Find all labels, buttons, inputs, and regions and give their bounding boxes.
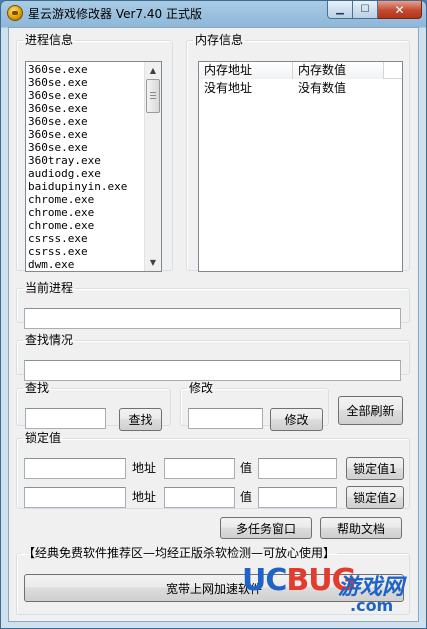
search-status-field[interactable] [24,360,401,381]
search-legend: 查找 [25,381,50,395]
list-item[interactable]: 360tray.exe [28,154,142,167]
lock-value-2-button[interactable]: 锁定值2 [346,486,404,509]
close-button[interactable]: ✕ [378,1,422,19]
watermark-domain: .com [350,596,394,615]
ucbug-watermark-logo: UCBUG 游戏网 .com [242,563,412,617]
minimize-button[interactable]: ▁ [327,1,353,19]
lock2-value-field[interactable] [258,487,337,508]
maximize-icon: ☐ [360,4,370,15]
memory-value-cell: 没有数值 [298,81,347,95]
help-doc-button[interactable]: 帮助文档 [320,517,402,539]
process-list[interactable]: 360se.exe 360se.exe 360se.exe 360se.exe 360s… [26,62,144,271]
memory-address-cell: 没有地址 [204,81,253,95]
lock2-address-label: 地址 [132,490,157,504]
process-info-group: 进程信息 360se.exe 360se.exe 360se.exe 360se.ex… [16,33,173,272]
list-item[interactable]: chrome.exe [28,219,142,232]
app-icon [7,5,23,21]
list-item[interactable]: audiodg.exe [28,167,142,180]
current-process-legend: 当前进程 [25,281,74,295]
process-info-legend: 进程信息 [25,33,74,47]
process-listbox[interactable]: 360se.exe 360se.exe 360se.exe 360se.exe 360s… [25,61,162,272]
list-item[interactable]: 360se.exe [28,76,142,89]
scroll-down-icon[interactable]: ▼ [145,254,161,271]
window-title: 星云游戏修改器 Ver7.40 正式版 [28,7,202,21]
memory-info-group: 内存信息 内存地址 内存数值 没有地址 没有数值 [186,33,410,272]
lock-values-group: 锁定值 地址 值 锁定值1 地址 值 锁定值2 [16,431,410,509]
recommend-legend: 【经典免费软件推荐区—均经正版杀软检测—可放心使用】 [23,546,336,560]
list-item[interactable]: csrss.exe [28,232,142,245]
list-item[interactable]: csrss.exe [28,245,142,258]
lock1-name-field[interactable] [24,458,126,479]
current-process-group: 当前进程 [16,281,410,329]
close-icon: ✕ [394,2,405,17]
modify-button[interactable]: 修改 [270,408,323,431]
list-item[interactable]: dwm.exe [28,258,142,271]
list-item[interactable]: 360se.exe [28,141,142,154]
list-item[interactable]: 360se.exe [28,128,142,141]
memory-info-legend: 内存信息 [195,33,244,47]
lock1-address-label: 地址 [132,461,157,475]
lock-value-1-button[interactable]: 锁定值1 [346,457,404,480]
lock1-value-field[interactable] [258,458,337,479]
memory-listview[interactable]: 内存地址 内存数值 没有地址 没有数值 [198,61,403,272]
multi-task-window-button[interactable]: 多任务窗口 [220,517,312,539]
list-item[interactable]: baidupinyin.exe [28,180,142,193]
search-button[interactable]: 查找 [119,408,162,431]
lock2-name-field[interactable] [24,487,126,508]
list-item[interactable]: chrome.exe [28,206,142,219]
search-group: 查找 查找 [16,381,171,431]
search-input[interactable] [25,408,106,429]
current-process-field[interactable] [24,308,401,329]
lock-values-legend: 锁定值 [25,431,62,445]
app-window: 星云游戏修改器 Ver7.40 正式版 ▁ ☐ ✕ 进程信息 360se.exe… [0,0,427,629]
list-item[interactable]: 360se.exe [28,115,142,128]
search-status-group: 查找情况 [16,333,410,381]
caption-buttons: ▁ ☐ ✕ [327,1,422,19]
list-item[interactable]: chrome.exe [28,193,142,206]
process-scrollbar[interactable]: ▲ ▼ [144,62,161,271]
modify-legend: 修改 [189,381,214,395]
column-memory-value[interactable]: 内存数值 [293,62,384,79]
modify-input[interactable] [188,408,263,429]
search-status-legend: 查找情况 [25,333,74,347]
client-area: 进程信息 360se.exe 360se.exe 360se.exe 360se.ex… [8,27,419,622]
maximize-button[interactable]: ☐ [353,1,378,19]
lock1-value-label: 值 [240,461,253,475]
modify-group: 修改 修改 [180,381,329,431]
column-memory-address[interactable]: 内存地址 [199,62,293,79]
scroll-thumb[interactable] [146,79,160,113]
minimize-icon: ▁ [336,4,344,15]
list-item[interactable]: 360se.exe [28,102,142,115]
list-item[interactable]: 360se.exe [28,63,142,76]
table-row[interactable]: 没有地址 没有数值 [199,80,402,97]
lock1-address-field[interactable] [164,458,235,479]
lock2-address-field[interactable] [164,487,235,508]
memory-table-header: 内存地址 内存数值 [199,62,402,79]
title-bar[interactable]: 星云游戏修改器 Ver7.40 正式版 ▁ ☐ ✕ [1,1,426,25]
list-item[interactable]: 360se.exe [28,89,142,102]
lock2-value-label: 值 [240,490,253,504]
refresh-all-button[interactable]: 全部刷新 [338,396,403,425]
scroll-up-icon[interactable]: ▲ [145,62,161,79]
